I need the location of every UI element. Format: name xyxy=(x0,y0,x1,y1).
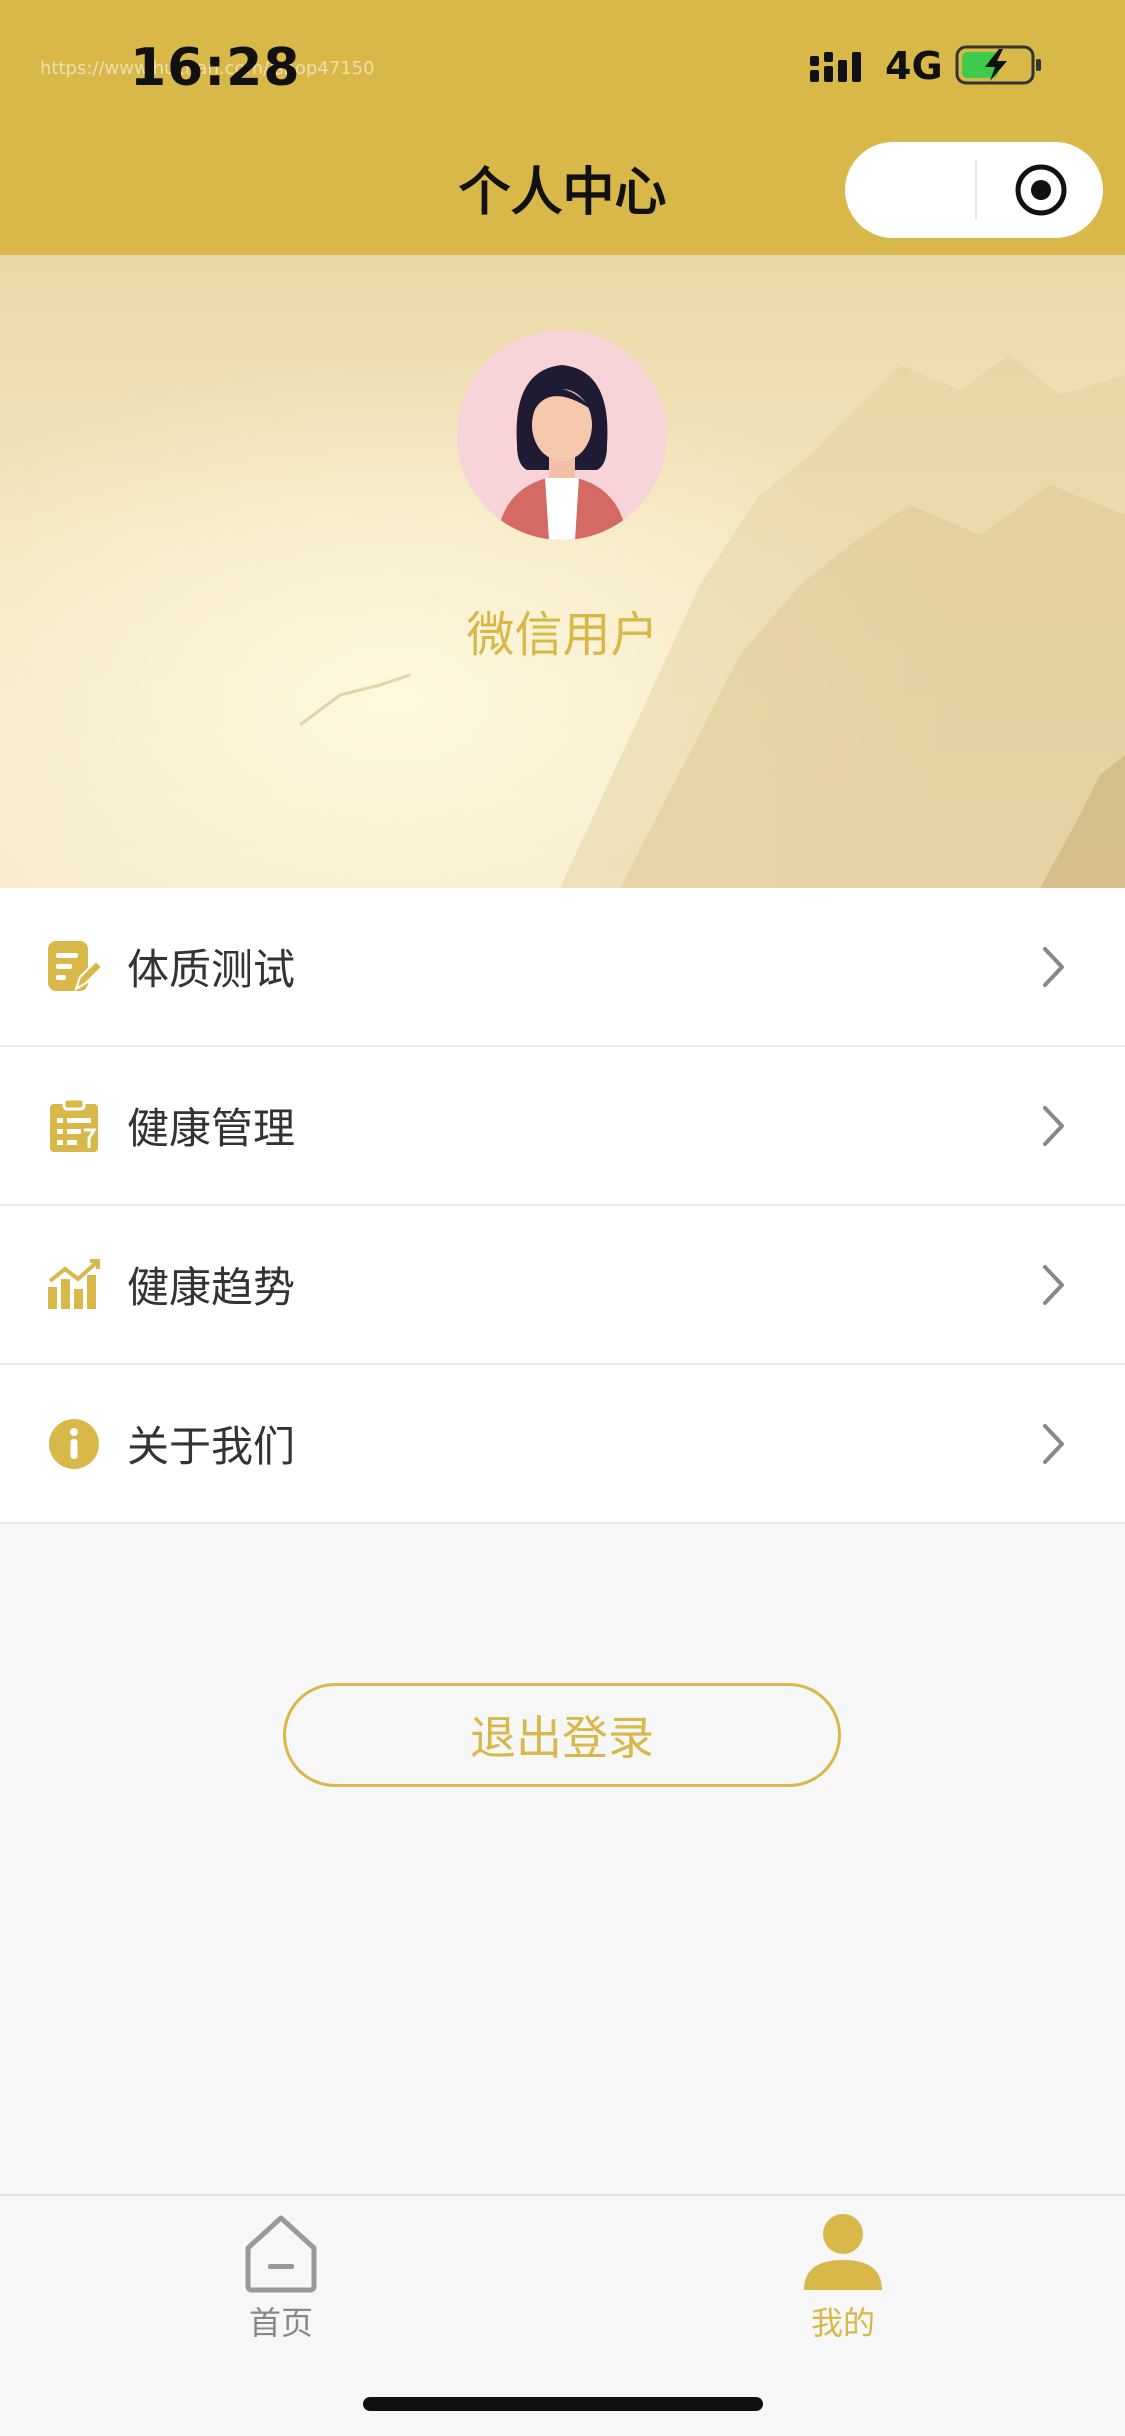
woman-avatar-illustration xyxy=(457,330,667,540)
user-icon xyxy=(804,2214,882,2290)
close-target-icon[interactable] xyxy=(1013,162,1069,218)
menu-item-label: 体质测试 xyxy=(127,945,296,994)
bar-chart-icon xyxy=(48,1258,100,1309)
signal-icon xyxy=(810,52,861,82)
menu-item-constitution-test[interactable]: 体质测试 xyxy=(0,888,1125,1047)
menu-item-label: 关于我们 xyxy=(127,1422,296,1471)
chevron-right-icon xyxy=(1043,946,1064,987)
chevron-right-icon xyxy=(1043,1423,1064,1464)
battery-charging-icon xyxy=(955,45,1041,85)
capsule-divider xyxy=(975,160,977,220)
menu-item-about-us[interactable]: 关于我们 xyxy=(0,1365,1125,1524)
username: 微信用户 xyxy=(466,607,659,663)
network-type: 4G xyxy=(885,44,943,88)
edit-note-icon xyxy=(48,940,102,991)
home-indicator[interactable] xyxy=(363,2397,763,2411)
clipboard-list-icon xyxy=(50,1097,98,1152)
profile-banner: 微信用户 xyxy=(0,255,1125,888)
tab-home[interactable]: 首页 xyxy=(181,2212,381,2352)
mini-program-capsule[interactable] xyxy=(845,142,1103,238)
top-bar: https://www.huzhan.com/ishop47150 16:28 … xyxy=(0,0,1125,255)
avatar[interactable] xyxy=(457,330,667,540)
info-icon xyxy=(49,1418,99,1469)
tab-label: 我的 xyxy=(810,2304,875,2342)
menu-item-health-trend[interactable]: 健康趋势 xyxy=(0,1206,1125,1365)
menu-list: 体质测试 健康管理 健康趋势 关于我们 xyxy=(0,888,1125,1524)
chevron-right-icon xyxy=(1043,1105,1064,1146)
tab-label: 首页 xyxy=(248,2304,313,2342)
chevron-right-icon xyxy=(1043,1264,1064,1305)
menu-item-health-management[interactable]: 健康管理 xyxy=(0,1047,1125,1206)
menu-item-label: 健康管理 xyxy=(127,1104,296,1153)
tab-mine[interactable]: 我的 xyxy=(743,2212,943,2352)
home-icon xyxy=(245,2215,317,2293)
status-time: 16:28 xyxy=(130,38,301,98)
menu-item-label: 健康趋势 xyxy=(127,1263,296,1312)
logout-button[interactable]: 退出登录 xyxy=(283,1683,841,1787)
